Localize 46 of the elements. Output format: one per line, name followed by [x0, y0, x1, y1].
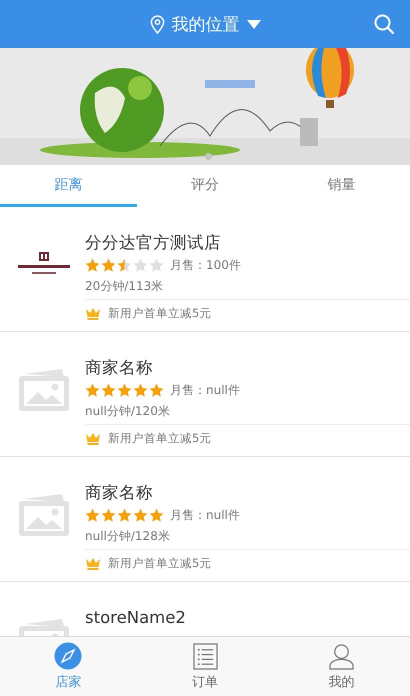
store-card[interactable]: 分分达官方测试店 月售：100件 20分钟/113米 新用户首单立减5元 [0, 207, 410, 332]
star-icon [85, 382, 100, 398]
star-icon [117, 508, 132, 522]
delivery-time-distance: 20分钟/113米 [85, 275, 410, 300]
image-placeholder-icon [18, 368, 70, 412]
image-placeholder-icon [18, 493, 70, 537]
store-name: 商家名称 [85, 482, 154, 504]
list-icon [192, 642, 218, 670]
crown-icon [85, 432, 101, 444]
star-icon [133, 382, 148, 398]
location-title[interactable]: 我的位置 [172, 12, 240, 36]
star-icon [149, 382, 164, 398]
star-icon [101, 508, 116, 522]
location-pin-icon [150, 14, 164, 34]
promo-text: 新用户首单立减5元 [108, 556, 212, 570]
crown-icon [85, 306, 101, 320]
monthly-sales: 月售：null件 [170, 382, 240, 398]
star-icon [85, 258, 100, 272]
delivery-time-distance: null分钟/128米 [85, 525, 410, 550]
store-name: 分分达官方测试店 [85, 232, 222, 254]
monthly-sales: 月售：null件 [170, 506, 240, 524]
promo-text: 新用户首单立减5元 [108, 306, 212, 320]
star-icon [133, 508, 148, 522]
star-icon [149, 258, 164, 272]
nav-tab[interactable]: 店家 [0, 637, 137, 696]
monthly-sales: 月售：100件 [170, 256, 241, 274]
star-icon [149, 508, 164, 522]
store-card[interactable]: 商家名称 月售：null件 null分钟/128米 新用户首单立减5元 [0, 457, 410, 582]
delivery-time-distance: null分钟/120米 [85, 400, 410, 425]
nav-tab[interactable]: 订单 [136, 637, 274, 696]
compass-icon [54, 642, 82, 670]
store-name: storeName2 [85, 607, 187, 629]
star-icon [85, 508, 100, 522]
search-icon[interactable] [374, 14, 394, 34]
store-card[interactable]: 商家名称 月售：null件 null分钟/120米 新用户首单立减5元 [0, 332, 410, 457]
star-icon [117, 258, 132, 272]
star-icon [101, 382, 116, 398]
promo-text: 新用户首单立减5元 [108, 430, 212, 446]
star-icon [101, 258, 116, 272]
star-icon [133, 258, 148, 272]
star-icon [117, 382, 132, 398]
caret-icon[interactable] [246, 20, 260, 28]
nav-tab[interactable]: 我的 [273, 637, 410, 696]
store-name: 商家名称 [85, 357, 154, 379]
crown-icon [85, 556, 101, 570]
person-icon [329, 642, 354, 670]
